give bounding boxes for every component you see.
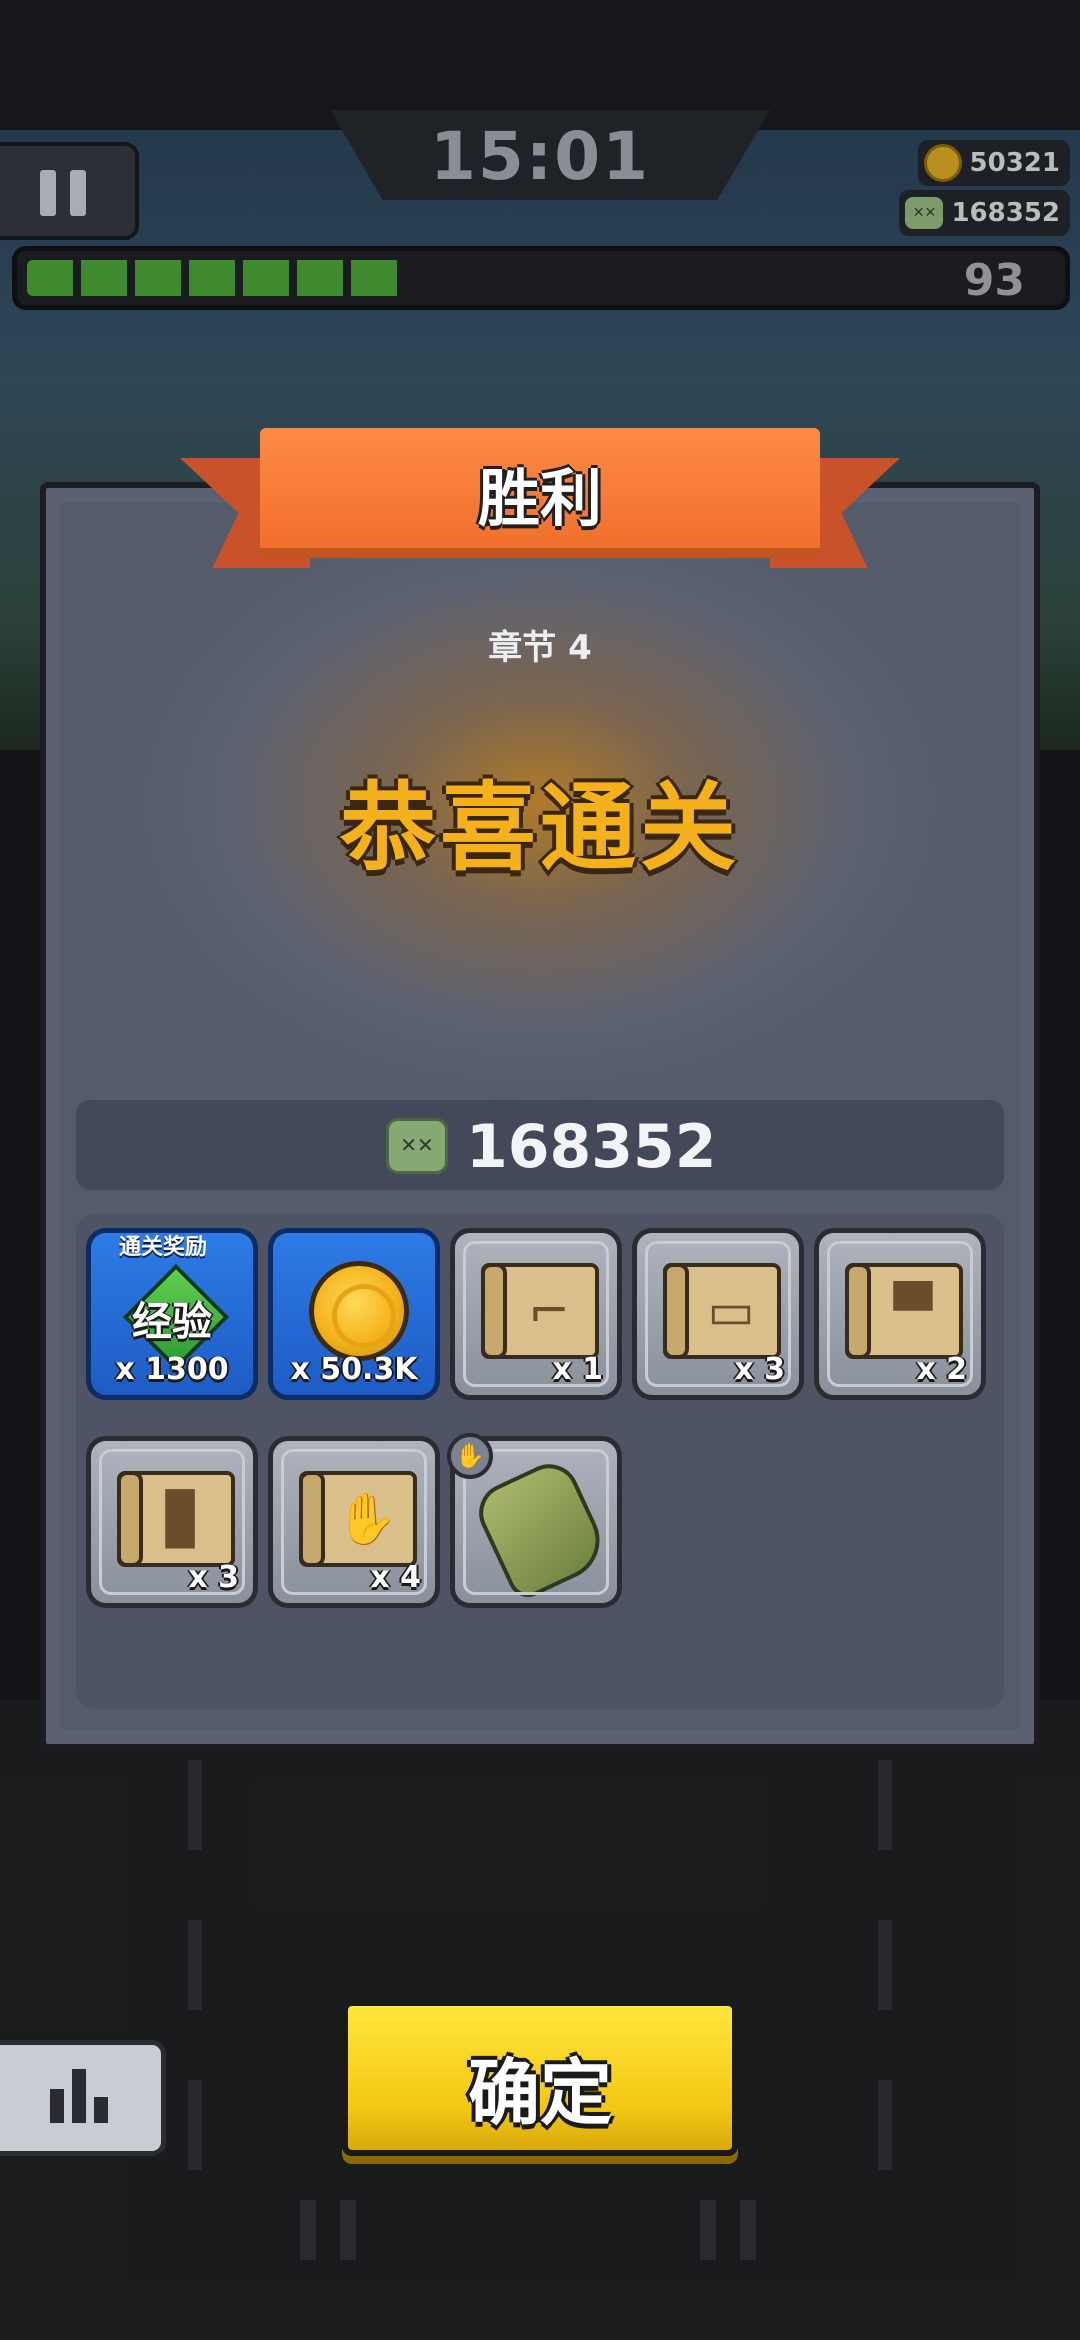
hand-slot-icon: ✋: [447, 1433, 493, 1479]
zombie-head-icon: ✕✕: [905, 197, 944, 229]
stats-button[interactable]: [0, 2040, 166, 2156]
reward-slot-belt-blueprint[interactable]: ▭ x 3: [632, 1228, 804, 1400]
victory-headline: 恭喜通关: [340, 772, 740, 884]
belt-blueprint-icon: ▭: [707, 1282, 755, 1340]
reward-slot-glove-blueprint[interactable]: ✋ x 4: [268, 1436, 440, 1608]
reward-slot-armor-blueprint[interactable]: ▀ x 2: [814, 1228, 986, 1400]
experience-fill: [27, 260, 401, 296]
confirm-button[interactable]: 确定: [342, 2000, 738, 2156]
coin-counter: 50321: [917, 140, 1070, 186]
reward-quantity: x 1300: [115, 1352, 229, 1387]
coin-icon: [923, 144, 962, 182]
glove-blueprint-icon: ✋: [335, 1490, 399, 1548]
reward-slot-tactical-glove[interactable]: ✋: [447, 1433, 622, 1608]
chapter-label: 章节 4: [488, 628, 592, 668]
exp-label: 经验: [132, 1299, 212, 1345]
pause-button[interactable]: [0, 142, 139, 240]
reward-quantity: x 2: [916, 1352, 967, 1387]
experience-bar: 93: [12, 246, 1070, 310]
reward-quantity: x 1: [552, 1352, 603, 1387]
zombie-head-icon: ✕✕: [386, 1118, 448, 1174]
coin-count: 50321: [969, 148, 1060, 178]
confirm-label: 确定: [467, 2051, 612, 2135]
reward-quantity: x 3: [734, 1352, 785, 1387]
armor-blueprint-icon: ▀: [893, 1282, 933, 1340]
kill-summary: ✕✕ 168352: [76, 1100, 1004, 1190]
tactical-glove-icon: [469, 1454, 613, 1604]
reward-slot-pistol-blueprint[interactable]: ⌐ x 1: [450, 1228, 622, 1400]
pants-blueprint-icon: ▊: [165, 1490, 205, 1548]
reward-slot-pants-blueprint[interactable]: ▊ x 3: [86, 1436, 258, 1608]
rewards-panel: 通关奖励 经验 x 1300 x 50.3K ⌐ x 1 ▭ x 3 ▀ x 2…: [76, 1214, 1004, 1709]
kill-total: 168352: [466, 1112, 717, 1182]
gold-coin-icon: [309, 1261, 409, 1361]
title-ribbon: 胜利: [180, 428, 900, 578]
reward-quantity: x 50.3K: [290, 1352, 418, 1387]
player-level: 93: [963, 255, 1025, 306]
pause-icon: [40, 170, 56, 216]
kill-count: 168352: [951, 198, 1060, 228]
reward-quantity: x 3: [188, 1560, 239, 1595]
pistol-blueprint-icon: ⌐: [528, 1282, 570, 1340]
reward-quantity: x 4: [370, 1560, 421, 1595]
reward-slot-coin[interactable]: x 50.3K: [268, 1228, 440, 1400]
reward-badge: 通关奖励: [119, 1235, 208, 1260]
reward-slot-exp[interactable]: 通关奖励 经验 x 1300: [86, 1228, 258, 1400]
game-timer: 15:01: [429, 118, 651, 195]
kill-counter: ✕✕ 168352: [899, 190, 1070, 236]
dialog-title: 胜利: [477, 462, 602, 535]
